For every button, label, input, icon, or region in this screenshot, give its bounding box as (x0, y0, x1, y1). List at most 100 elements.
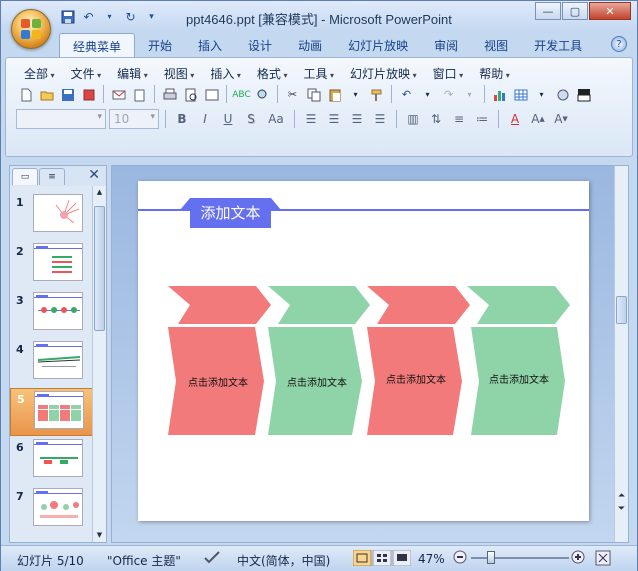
zoom-out-icon[interactable] (453, 550, 467, 567)
permission-icon[interactable] (79, 85, 98, 104)
scroll-thumb[interactable] (94, 206, 105, 331)
table-icon[interactable] (511, 85, 530, 104)
format-painter-icon[interactable] (367, 85, 386, 104)
menu-slideshow[interactable]: 幻灯片放映 (344, 65, 427, 82)
grayscale-icon[interactable] (574, 85, 593, 104)
next-slide-icon[interactable]: ⏷ (616, 504, 627, 515)
undo-toolbar-icon[interactable]: ↶ (397, 85, 416, 104)
menu-view[interactable]: 视图 (158, 65, 205, 82)
bold-button[interactable]: B (172, 109, 192, 129)
slide-thumbnail[interactable]: 7 (10, 486, 96, 534)
clipart-icon[interactable] (553, 85, 572, 104)
fit-to-window-icon[interactable] (595, 550, 611, 569)
email-icon[interactable] (109, 85, 128, 104)
tab-view[interactable]: 视图 (471, 33, 521, 58)
search-doc-icon[interactable] (130, 85, 149, 104)
tab-classic-menu[interactable]: 经典菜单 (59, 33, 136, 58)
menu-all[interactable]: 全部 (18, 65, 65, 82)
help-icon[interactable]: ? (611, 36, 627, 52)
redo-toolbar-icon[interactable]: ↷ (439, 85, 458, 104)
print-preview-icon[interactable] (181, 85, 200, 104)
menu-edit[interactable]: 编辑 (111, 65, 158, 82)
menu-file[interactable]: 文件 (65, 65, 112, 82)
redo-icon[interactable]: ↻ (122, 8, 139, 25)
minimize-button[interactable]: — (535, 2, 561, 20)
theme-name[interactable]: "Office 主题" (107, 552, 181, 569)
print-icon[interactable] (160, 85, 179, 104)
save-icon[interactable] (59, 8, 76, 25)
text-direction-icon[interactable]: ⇅ (426, 109, 446, 129)
editor-scrollbar[interactable]: ⏶ ⏷ (614, 166, 628, 542)
tab-developer[interactable]: 开发工具 (521, 33, 595, 58)
slide-thumbnail[interactable]: 2 (10, 241, 96, 289)
change-case-button[interactable]: Aa (264, 109, 288, 129)
chart-icon[interactable] (490, 85, 509, 104)
font-name-combo[interactable] (16, 109, 106, 129)
zoom-level[interactable]: 47% (418, 552, 445, 566)
menu-help[interactable]: 帮助 (473, 65, 520, 82)
outline-tab-icon[interactable]: ≡ (39, 168, 65, 185)
save-doc-icon[interactable] (58, 85, 77, 104)
tab-review[interactable]: 审阅 (421, 33, 471, 58)
close-button[interactable]: ✕ (589, 2, 631, 20)
spelling-icon[interactable]: ABC (232, 85, 251, 104)
shadow-button[interactable]: S (241, 109, 261, 129)
open-icon[interactable] (37, 85, 56, 104)
table-dropdown-icon[interactable]: ▾ (532, 85, 551, 104)
align-right-icon[interactable]: ☰ (347, 109, 367, 129)
slide-thumbnail[interactable]: 4 (10, 339, 96, 387)
undo-toolbar-dropdown-icon[interactable]: ▾ (418, 85, 437, 104)
copy-icon[interactable] (304, 85, 323, 104)
justify-icon[interactable]: ☰ (370, 109, 390, 129)
editor-scroll-thumb[interactable] (616, 296, 627, 324)
customize-qat-icon[interactable]: ▾ (143, 8, 160, 25)
align-center-icon[interactable]: ☰ (324, 109, 344, 129)
box-text-2[interactable]: 点击添加文本 (272, 374, 362, 389)
research-icon[interactable] (253, 85, 272, 104)
slide-thumbnail[interactable]: 6 (10, 437, 96, 485)
tab-insert[interactable]: 插入 (185, 33, 235, 58)
italic-button[interactable]: I (195, 109, 215, 129)
zoom-slider-track[interactable] (471, 557, 569, 559)
zoom-in-icon[interactable] (571, 550, 585, 567)
tab-home[interactable]: 开始 (135, 33, 185, 58)
tab-slideshow[interactable]: 幻灯片放映 (335, 33, 421, 58)
cut-icon[interactable]: ✂ (283, 85, 302, 104)
box-text-4[interactable]: 点击添加文本 (474, 371, 564, 386)
paste-dropdown-icon[interactable]: ▾ (346, 85, 365, 104)
columns-icon[interactable]: ▥ (403, 109, 423, 129)
slide-thumbnail-selected[interactable]: 5 (10, 388, 96, 436)
menu-format[interactable]: 格式 (251, 65, 298, 82)
new-icon[interactable] (16, 85, 35, 104)
menu-tools[interactable]: 工具 (297, 65, 344, 82)
undo-dropdown-icon[interactable]: ▾ (101, 8, 118, 25)
box-text-1[interactable]: 点击添加文本 (173, 374, 263, 389)
bullets-icon[interactable]: ≔ (472, 109, 492, 129)
undo-icon[interactable]: ↶ (80, 8, 97, 25)
redo-toolbar-dropdown-icon[interactable]: ▾ (460, 85, 479, 104)
spellcheck-icon[interactable] (203, 550, 221, 567)
zoom-slider-thumb[interactable] (487, 551, 495, 564)
slide-icon[interactable] (202, 85, 221, 104)
paste-icon[interactable] (325, 85, 344, 104)
slide-thumbnail[interactable]: 1 (10, 192, 96, 240)
menu-insert[interactable]: 插入 (204, 65, 251, 82)
underline-button[interactable]: U (218, 109, 238, 129)
scroll-up-icon[interactable]: ▲ (94, 187, 105, 198)
close-pane-icon[interactable]: ✕ (88, 167, 100, 183)
slide-canvas[interactable]: 添加文本 点击添加文本 点击添加文本 点击添加文本 点击添加文本 (138, 181, 589, 521)
menu-window[interactable]: 窗口 (427, 65, 474, 82)
slides-tab-icon[interactable]: ▭ (12, 168, 38, 185)
slides-scrollbar[interactable]: ▲ ▼ (92, 186, 106, 542)
font-size-combo[interactable]: 10 (109, 109, 159, 129)
language-indicator[interactable]: 中文(简体，中国) (237, 552, 330, 569)
tab-design[interactable]: 设计 (235, 33, 285, 58)
slide-thumbnail[interactable]: 3 (10, 290, 96, 338)
shrink-font-icon[interactable]: A ▼ (551, 109, 571, 129)
maximize-button[interactable]: ▢ (562, 2, 588, 20)
prev-slide-icon[interactable]: ⏶ (616, 491, 627, 502)
scroll-down-icon[interactable]: ▼ (94, 530, 105, 541)
numbering-icon[interactable]: ≡ (449, 109, 469, 129)
grow-font-icon[interactable]: A ▲ (528, 109, 548, 129)
align-left-icon[interactable]: ☰ (301, 109, 321, 129)
